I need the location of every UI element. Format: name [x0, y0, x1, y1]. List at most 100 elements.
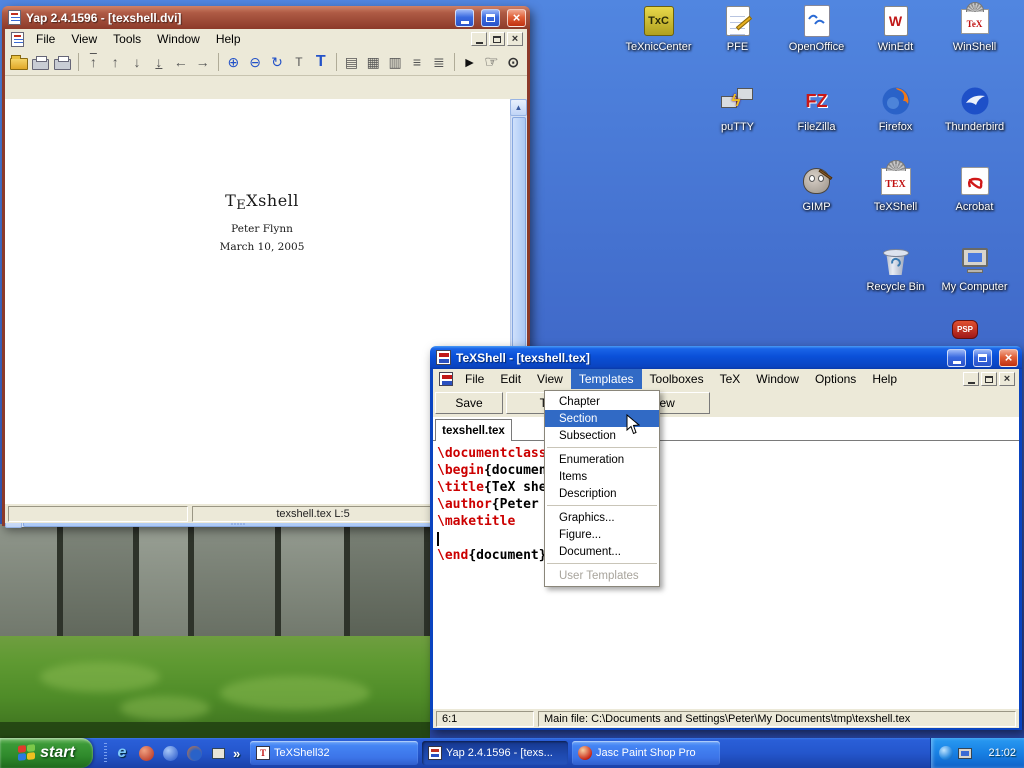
texshell-mdi-restore-button[interactable] [981, 372, 997, 386]
desktop-icon-texshell[interactable]: TEX TeXShell [856, 164, 935, 213]
texshell-menu-edit[interactable]: Edit [492, 369, 529, 389]
desktop-icon-gimp[interactable]: GIMP [777, 164, 856, 213]
menu-item-section[interactable]: Section [545, 410, 659, 427]
desktop-icon-recycle-bin[interactable]: Recycle Bin [856, 244, 935, 293]
yap-mdi-close-button[interactable]: × [507, 32, 523, 46]
hand-tool-icon[interactable]: ☞ [482, 51, 502, 73]
continuous-view-icon[interactable]: ≡ [407, 51, 427, 73]
texshell-menu-tex[interactable]: TeX [712, 369, 749, 389]
texshell-maximize-button[interactable] [973, 349, 992, 367]
yap-mdi-minimize-button[interactable] [471, 32, 487, 46]
show-desktop-icon[interactable] [209, 744, 227, 762]
taskbar-button-paintshoppro[interactable]: Jasc Paint Shop Pro [572, 741, 720, 765]
texshell-menubar: File Edit View Templates Toolboxes TeX W… [433, 369, 1019, 389]
taskbar-button-texshell32[interactable]: T TeXShell32 [250, 741, 418, 765]
menu-item-subsection[interactable]: Subsection [545, 427, 659, 444]
texshell-editor[interactable]: \documentclass{ \begin{document \title{T… [433, 441, 1019, 708]
desktop-icon-filezilla[interactable]: FZ FileZilla [777, 84, 856, 133]
zoom-in-icon[interactable]: ⊕ [223, 51, 243, 73]
yap-mdi-restore-button[interactable] [489, 32, 505, 46]
menu-item-description[interactable]: Description [545, 485, 659, 502]
texshell-menu-view[interactable]: View [529, 369, 571, 389]
yap-app-icon [8, 10, 21, 25]
menu-item-enumeration[interactable]: Enumeration [545, 451, 659, 468]
yap-menu-view[interactable]: View [63, 29, 105, 49]
first-page-icon[interactable]: ↑ [83, 51, 103, 73]
texshell-menu-toolboxes[interactable]: Toolboxes [642, 369, 712, 389]
desktop-icon-putty[interactable]: ϟ puTTY [698, 84, 777, 133]
texshell-close-button[interactable]: × [999, 349, 1018, 367]
taskbar-clock[interactable]: 21:02 [988, 747, 1024, 759]
zoom-out-icon[interactable]: ⊖ [245, 51, 265, 73]
desktop-icon-winedt[interactable]: W WinEdt [856, 4, 935, 53]
desktop-icon-firefox[interactable]: Firefox [856, 84, 935, 133]
yap-menu-help[interactable]: Help [208, 29, 249, 49]
desktop-icon-thunderbird[interactable]: Thunderbird [935, 84, 1014, 133]
yap-menu-tools[interactable]: Tools [105, 29, 149, 49]
page-layout-icon[interactable]: ▥ [385, 51, 405, 73]
select-tool-icon[interactable]: ► [460, 51, 480, 73]
vertical-scroll-thumb[interactable] [512, 117, 526, 359]
ie-icon[interactable]: e [113, 744, 131, 762]
texshell-minimize-button[interactable] [947, 349, 966, 367]
thunderbird-quicklaunch-icon[interactable] [161, 744, 179, 762]
texshell-mdi-minimize-button[interactable] [963, 372, 979, 386]
magnifier-tool-icon[interactable]: ⊙ [503, 51, 523, 73]
next-page-icon[interactable]: ↓ [127, 51, 147, 73]
refresh-icon[interactable]: ↻ [267, 51, 287, 73]
open-icon[interactable] [9, 51, 29, 73]
yap-menu-window[interactable]: Window [149, 29, 208, 49]
print-icon[interactable] [31, 51, 51, 73]
paintshoppro-quicklaunch-icon[interactable] [137, 744, 155, 762]
desktop-icon-label: FileZilla [798, 121, 836, 133]
desktop-icon-texniccenter[interactable]: TxC TeXnicCenter [619, 4, 698, 53]
desktop-icon-winshell[interactable]: TeX WinShell [935, 4, 1014, 53]
menu-item-graphics[interactable]: Graphics... [545, 509, 659, 526]
yap-close-button[interactable]: × [507, 9, 526, 27]
texshell-titlebar[interactable]: TeXShell - [texshell.tex] × [430, 346, 1022, 369]
quick-launch: e » [96, 738, 240, 768]
menu-item-items[interactable]: Items [545, 468, 659, 485]
taskbar-button-yap[interactable]: Yap 2.4.1596 - [texs... [422, 741, 568, 765]
print-setup-icon[interactable] [53, 51, 73, 73]
texshell-mdi-close-button[interactable]: × [999, 372, 1015, 386]
quick-launch-overflow-chevron[interactable]: » [233, 746, 240, 761]
texshell-menu-window[interactable]: Window [748, 369, 807, 389]
messenger-tray-icon[interactable] [939, 746, 953, 760]
scroll-up-icon[interactable]: ▲ [510, 99, 527, 116]
tab-texshell-tex[interactable]: texshell.tex [435, 419, 512, 441]
yap-menu-file[interactable]: File [28, 29, 63, 49]
yap-titlebar[interactable]: Yap 2.4.1596 - [texshell.dvi] × [2, 6, 530, 29]
text-render-icon[interactable]: T [311, 51, 331, 73]
menu-item-user-templates[interactable]: User Templates [545, 567, 659, 584]
facing-pages-icon[interactable]: ▦ [363, 51, 383, 73]
desktop-icon-openoffice[interactable]: OpenOffice [777, 4, 856, 53]
yap-minimize-button[interactable] [455, 9, 474, 27]
yap-maximize-button[interactable] [481, 9, 500, 27]
menu-item-figure[interactable]: Figure... [545, 526, 659, 543]
previous-page-icon[interactable]: ↑ [105, 51, 125, 73]
text-size-icon[interactable]: T [289, 51, 309, 73]
texshell-menu-help[interactable]: Help [864, 369, 905, 389]
desktop-icon-pfe[interactable]: PFE [698, 4, 777, 53]
texshell-menu-options[interactable]: Options [807, 369, 864, 389]
forward-icon[interactable]: → [193, 51, 213, 73]
desktop-icon-my-computer[interactable]: My Computer [935, 244, 1014, 293]
start-button[interactable]: start [0, 738, 93, 768]
last-page-icon[interactable]: ↓ [149, 51, 169, 73]
desktop-icon-label: Recycle Bin [866, 281, 924, 293]
menu-item-chapter[interactable]: Chapter [545, 393, 659, 410]
desktop-icon-row-1: TxC TeXnicCenter PFE OpenOffice W WinEdt… [619, 4, 1014, 53]
continuous-facing-icon[interactable]: ≣ [429, 51, 449, 73]
firefox-quicklaunch-icon[interactable] [185, 744, 203, 762]
texshell-menu-file[interactable]: File [457, 369, 492, 389]
single-page-icon[interactable]: ▤ [342, 51, 362, 73]
desktop-icon-acrobat[interactable]: Acrobat [935, 164, 1014, 213]
back-icon[interactable]: ← [171, 51, 191, 73]
quick-launch-handle[interactable] [104, 743, 107, 763]
network-tray-icon[interactable] [958, 748, 972, 759]
texshell-menu-templates[interactable]: Templates [571, 369, 642, 389]
desktop-icon-paintshoppro[interactable]: PSP [952, 320, 978, 339]
menu-item-document[interactable]: Document... [545, 543, 659, 560]
save-button[interactable]: Save [435, 392, 503, 414]
